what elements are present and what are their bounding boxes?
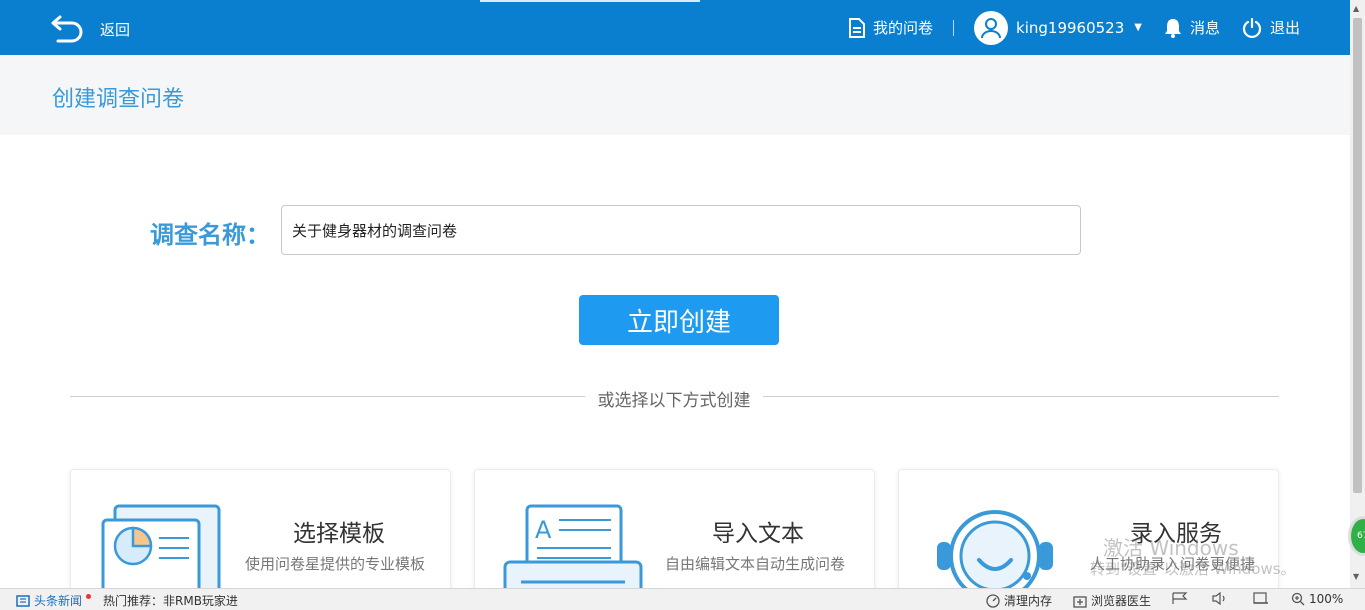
- power-icon: [1242, 17, 1262, 38]
- option-description: 自由编辑文本自动生成问卷: [665, 555, 846, 573]
- alternative-methods-label: 或选择以下方式创建: [597, 391, 751, 411]
- my-surveys-link[interactable]: 我的问卷: [849, 17, 933, 38]
- browser-doctor-label: 浏览器医生: [1091, 594, 1152, 608]
- messages-label: 消息: [1189, 19, 1220, 37]
- avatar: [974, 10, 1009, 45]
- option-card-import-text[interactable]: A 导入文本 自由编辑文本自动生成问卷: [474, 469, 875, 599]
- scrollbar-thumb[interactable]: [1353, 18, 1362, 493]
- svg-text:A: A: [535, 516, 552, 544]
- option-title: 选择模板: [293, 521, 385, 547]
- clean-memory-button[interactable]: 清理内存: [986, 592, 1052, 609]
- window-icon[interactable]: [1253, 592, 1269, 605]
- browser-status-bar: 头条新闻 热门推荐：非RMB玩家进 清理内存 浏览器医生 100%: [0, 588, 1365, 610]
- news-label: 头条新闻: [34, 594, 83, 608]
- back-label: 返回: [100, 20, 131, 39]
- bell-icon: [1164, 18, 1181, 38]
- scroll-down-icon[interactable]: ▼: [1353, 572, 1359, 581]
- browser-doctor-button[interactable]: 浏览器医生: [1073, 592, 1151, 609]
- zoom-icon: [1291, 592, 1305, 606]
- logout-link[interactable]: 退出: [1242, 17, 1300, 38]
- user-icon: [981, 17, 1002, 38]
- option-card-template[interactable]: 选择模板 使用问卷星提供的专业模板: [70, 469, 451, 599]
- option-description: 使用问卷星提供的专业模板: [245, 555, 426, 573]
- username: king19960523: [1016, 18, 1125, 37]
- page-title: 创建调查问卷: [52, 87, 185, 112]
- messages-link[interactable]: 消息: [1164, 17, 1220, 38]
- logout-label: 退出: [1269, 19, 1300, 37]
- caret-down-icon: ▼: [1134, 22, 1142, 33]
- top-right-menu: 我的问卷 king19960523 ▼ 消息 退出: [849, 0, 1300, 55]
- news-button[interactable]: 头条新闻: [16, 592, 92, 609]
- user-menu[interactable]: king19960523 ▼: [974, 10, 1142, 45]
- template-icon: [101, 504, 221, 598]
- divider-right: [763, 396, 1279, 397]
- zoom-control[interactable]: 100%: [1291, 592, 1343, 606]
- hot-recommendation-link[interactable]: 热门推荐：非RMB玩家进: [103, 592, 238, 609]
- divider-left: [70, 396, 585, 397]
- back-arrow-icon: [51, 15, 83, 43]
- top-accent-line: [480, 0, 700, 2]
- top-navigation-bar: 返回 我的问卷 king19960523 ▼ 消息 退出: [0, 0, 1350, 55]
- zoom-level: 100%: [1309, 592, 1344, 606]
- option-title: 导入文本: [712, 521, 804, 547]
- speaker-icon[interactable]: [1212, 592, 1228, 605]
- notification-dot: [86, 594, 92, 599]
- news-icon: [16, 594, 30, 607]
- header-separator: [953, 19, 955, 36]
- survey-name-input[interactable]: [281, 205, 1081, 255]
- my-surveys-label: 我的问卷: [873, 19, 934, 37]
- import-text-icon: A: [503, 504, 643, 598]
- document-icon: [849, 17, 866, 38]
- hot-recommendation-text: 热门推荐：非RMB玩家进: [103, 594, 238, 608]
- windows-activation-hint: 转到"设置"以激活 Windows。: [1090, 560, 1296, 578]
- flag-icon[interactable]: [1172, 592, 1188, 605]
- create-now-button[interactable]: 立即创建: [579, 295, 779, 345]
- page-header: 创建调查问卷: [0, 55, 1350, 135]
- headset-service-icon: [937, 510, 1053, 598]
- first-aid-icon: [1073, 595, 1087, 608]
- vertical-scrollbar[interactable]: ▲ ▼: [1350, 0, 1365, 588]
- windows-activation-watermark: 激活 Windows: [1103, 536, 1239, 560]
- speedometer-icon: [986, 593, 1000, 608]
- back-button[interactable]: 返回: [50, 13, 130, 45]
- scroll-up-icon[interactable]: ▲: [1353, 4, 1359, 13]
- clean-memory-label: 清理内存: [1004, 594, 1053, 608]
- survey-name-label: 调查名称：: [150, 221, 270, 249]
